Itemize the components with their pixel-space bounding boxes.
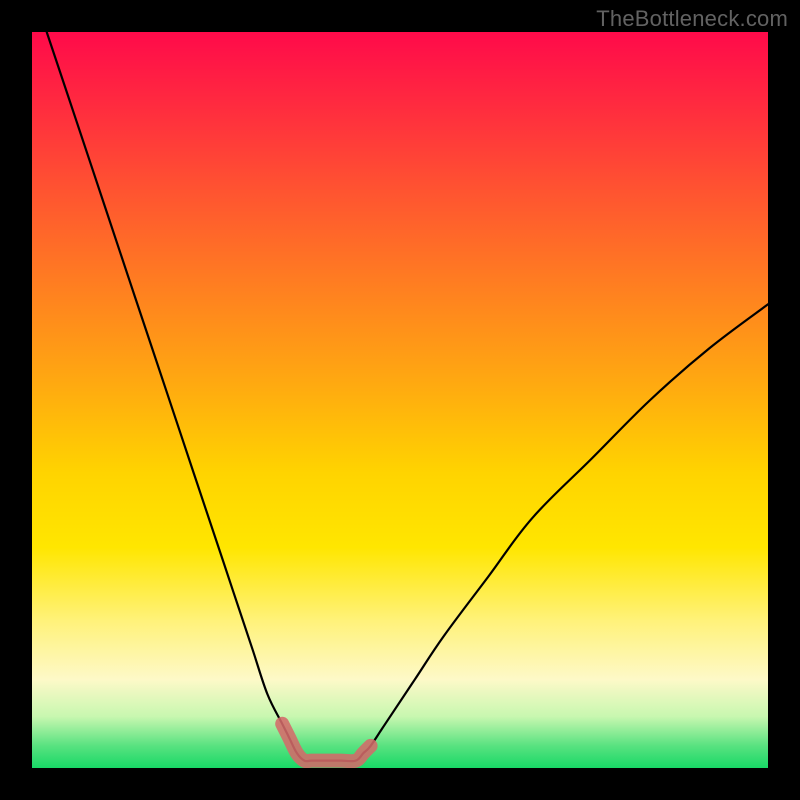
bottleneck-curve [47,32,768,761]
optimal-highlight [282,724,370,761]
plot-area [32,32,768,768]
watermark-text: TheBottleneck.com [596,6,788,32]
curve-svg [32,32,768,768]
chart-frame: TheBottleneck.com [0,0,800,800]
